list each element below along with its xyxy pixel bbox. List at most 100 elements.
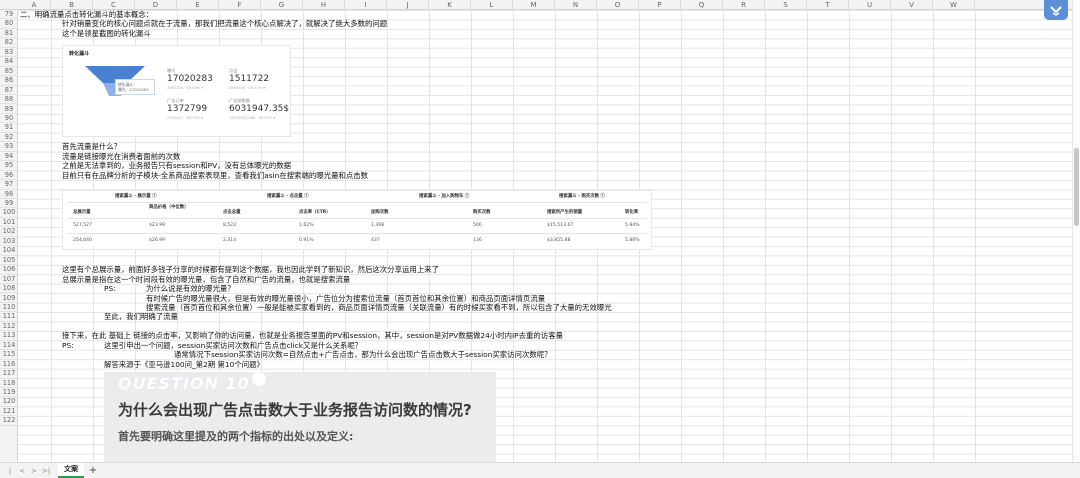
row-header-112[interactable]: 112	[0, 322, 18, 332]
row-header-105[interactable]: 105	[0, 256, 18, 266]
column-header-s[interactable]: S	[765, 0, 807, 10]
row-header-85[interactable]: 85	[0, 67, 18, 77]
column-header-p[interactable]: P	[639, 0, 681, 10]
row-header-84[interactable]: 84	[0, 57, 18, 67]
row-header-94[interactable]: 94	[0, 152, 18, 162]
cell-b111[interactable]: PS:	[62, 341, 74, 350]
row-header-115[interactable]: 115	[0, 350, 18, 360]
column-header-a[interactable]: A	[18, 0, 51, 10]
row-header-118[interactable]: 118	[0, 379, 18, 388]
row-header-104[interactable]: 104	[0, 246, 18, 256]
cell-f112[interactable]: 通常情况下session买家访问次数=自然点击+广告点击，那为什么会出现广告点击…	[174, 350, 552, 359]
column-header-i[interactable]: I	[345, 0, 387, 10]
row-header-100[interactable]: 100	[0, 208, 18, 218]
cell-d108[interactable]: 至此，我们明确了流量	[104, 312, 178, 321]
row-header-80[interactable]: 80	[0, 19, 18, 29]
row-header-90[interactable]: 90	[0, 114, 18, 124]
row-header-119[interactable]: 119	[0, 388, 18, 398]
row-header-116[interactable]: 116	[0, 360, 18, 370]
row-header-122[interactable]: 122	[0, 416, 18, 426]
row-header-102[interactable]: 102	[0, 227, 18, 237]
row-header-91[interactable]: 91	[0, 123, 18, 133]
column-header-j[interactable]: J	[387, 0, 429, 10]
cell-e106[interactable]: 有时候广告的曝光量很大，但是有效的曝光量很小，广告位分为搜索位流量（首页首位和其…	[146, 294, 545, 303]
row-header-92[interactable]: 92	[0, 133, 18, 143]
cell-c103[interactable]: 这里有个总展示量，前面好多钱子分享的时候都有提到这个数据，我也因此学到了新知识，…	[62, 265, 439, 274]
first-sheet-button[interactable]: |<	[6, 466, 14, 478]
row-header-120[interactable]: 120	[0, 397, 18, 407]
cell-d105[interactable]: PS:	[104, 284, 116, 293]
cell-c110[interactable]: 接下来，在此 基础上 链接的点击率，又影响了你的访问量，也就是业务报告里面的PV…	[62, 331, 563, 340]
cell-c93[interactable]: 流量是链接曝光在消费者面前的次数	[62, 152, 180, 161]
funnel-screenshot-image[interactable]: 转化漏斗 转化漏斗： 曝光：17020283 曝光 17020283 20673…	[62, 45, 291, 137]
row-header-87[interactable]: 87	[0, 86, 18, 96]
column-header-q[interactable]: Q	[681, 0, 723, 10]
row-header-114[interactable]: 114	[0, 341, 18, 351]
column-header-w[interactable]: W	[933, 0, 975, 10]
column-header-d[interactable]: D	[135, 0, 177, 10]
cell-d111[interactable]: 这里引申出一个问题，session买家访问次数和广告点击click又是什么关系呢…	[104, 341, 362, 350]
cell-c92[interactable]: 首先流量是什么？	[62, 142, 121, 151]
cell-e107[interactable]: 搜索流量（首页首位和其余位置）一般是能被买家看到的，商品页面详情页流量（关联流量…	[146, 303, 612, 312]
row-header-121[interactable]: 121	[0, 407, 18, 417]
question-10-image[interactable]: QUESTION 10 为什么会出现广告点击数大于业务报告访问数的情况? 首先要…	[104, 372, 496, 462]
app-logo-icon[interactable]	[1044, 0, 1068, 20]
cell-grid[interactable]: 二、明确流量点击转化漏斗的基本概念： 针对销量变化的核心问题点就在于流量，那我们…	[18, 10, 1072, 462]
row-header-106[interactable]: 106	[0, 265, 18, 275]
cell-c94[interactable]: 之前是无法拿到的，业务报告只有session和PV，没有总体曝光的数据	[62, 161, 291, 170]
column-header-k[interactable]: K	[429, 0, 471, 10]
row-header-103[interactable]: 103	[0, 237, 18, 247]
row-header-96[interactable]: 96	[0, 171, 18, 181]
next-sheet-button[interactable]: >	[30, 466, 38, 476]
column-header-l[interactable]: L	[471, 0, 513, 10]
column-header-u[interactable]: U	[849, 0, 891, 10]
cell-e105[interactable]: 为什么说是有效的曝光量？	[146, 284, 235, 293]
column-header-c[interactable]: C	[93, 0, 135, 10]
row-header-113[interactable]: 113	[0, 331, 18, 341]
row-header-79[interactable]: 79	[0, 10, 18, 20]
row-header-95[interactable]: 95	[0, 161, 18, 171]
row-header-82[interactable]: 82	[0, 38, 18, 48]
row-header-117[interactable]: 117	[0, 369, 18, 379]
row-header-89[interactable]: 89	[0, 105, 18, 114]
column-header-o[interactable]: O	[597, 0, 639, 10]
last-sheet-button[interactable]: >|	[42, 466, 50, 476]
column-header-g[interactable]: G	[261, 0, 303, 10]
search-funnel-table-image[interactable]: 搜索漏斗 - 展示量 ⓘ 搜索漏斗 - 点击量 ⓘ 搜索漏斗 - 加入购物车 ⓘ…	[62, 190, 652, 250]
cell-c80[interactable]: 针对销量变化的核心问题点就在于流量，那我们把流量这个核心点解决了，就解决了绝大多…	[62, 19, 387, 28]
column-header-t[interactable]: T	[807, 0, 849, 10]
row-header-83[interactable]: 83	[0, 48, 18, 58]
add-sheet-button[interactable]: +	[88, 464, 98, 477]
cell-c104[interactable]: 总展示量是指在这一个时间段有效的曝光量，包含了自然和广告的流量，也就是搜索流量	[62, 275, 350, 284]
cell-c81[interactable]: 这个是领星截图的转化漏斗	[62, 29, 151, 38]
cell-b79[interactable]: 二、明确流量点击转化漏斗的基本概念：	[20, 10, 153, 19]
row-header-98[interactable]: 98	[0, 190, 18, 199]
column-header-b[interactable]: B	[51, 0, 93, 10]
column-header-f[interactable]: F	[219, 0, 261, 10]
row-header-110[interactable]: 110	[0, 303, 18, 313]
row-header-109[interactable]: 109	[0, 294, 18, 303]
vertical-scrollbar-thumb[interactable]	[1074, 148, 1079, 226]
row-header-111[interactable]: 111	[0, 312, 18, 322]
cell-c95[interactable]: 目前只有在品牌分析的子模块-全系商品搜索表现里，查看我们asin在搜索端的曝光量…	[62, 171, 368, 180]
column-header-r[interactable]: R	[723, 0, 765, 10]
table-cell: 506	[473, 223, 482, 228]
row-header-101[interactable]: 101	[0, 218, 18, 228]
row-header-107[interactable]: 107	[0, 275, 18, 285]
row-header-97[interactable]: 97	[0, 180, 18, 190]
row-header-93[interactable]: 93	[0, 142, 18, 152]
row-header-81[interactable]: 81	[0, 29, 18, 39]
column-header-n[interactable]: N	[555, 0, 597, 10]
column-header-h[interactable]: H	[303, 0, 345, 10]
column-header-m[interactable]: M	[513, 0, 555, 10]
column-header-e[interactable]: E	[177, 0, 219, 10]
row-header-99[interactable]: 99	[0, 199, 18, 209]
prev-sheet-button[interactable]: <	[18, 466, 26, 476]
vertical-scrollbar[interactable]	[1072, 0, 1080, 462]
row-header-86[interactable]: 86	[0, 76, 18, 86]
row-header-88[interactable]: 88	[0, 95, 18, 105]
cell-d113[interactable]: 解答来源于《亚马逊100问_第2期 第10个问题》	[104, 360, 264, 369]
sheet-tab-active[interactable]: 文案	[58, 463, 84, 478]
column-header-v[interactable]: V	[891, 0, 933, 10]
row-header-108[interactable]: 108	[0, 284, 18, 294]
